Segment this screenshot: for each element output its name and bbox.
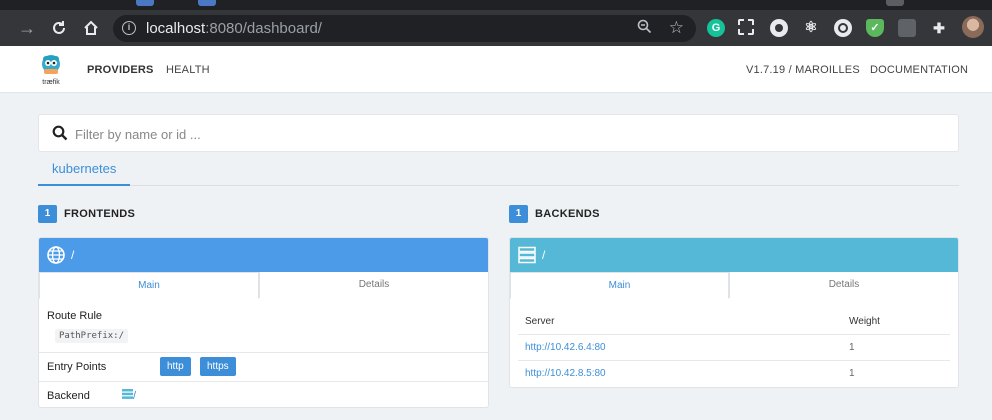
server-icon [122,389,133,399]
tab-main[interactable]: Main [510,272,729,299]
filter-input[interactable] [75,124,935,144]
browser-tab-strip [0,0,992,10]
nav-documentation[interactable]: DOCUMENTATION [870,64,968,76]
frontend-card-header[interactable]: / [39,238,488,272]
entry-point-http[interactable]: http [160,357,191,376]
backend-link-text: / [133,390,137,402]
cube-extension-icon[interactable] [898,19,916,37]
row-divider [39,352,488,353]
frontends-title: FRONTENDS [64,208,136,220]
backend-card-header[interactable]: / [510,238,958,272]
server-weight: 1 [849,342,855,353]
app-header: træfik PROVIDERS HEALTH V1.7.19 / MAROIL… [0,46,992,93]
server-column-header: Server [525,316,555,327]
nav-health[interactable]: HEALTH [166,64,210,76]
tab-kubernetes[interactable]: kubernetes [38,152,131,186]
address-bar[interactable]: i localhost:8080/dashboard/ ☆ [113,15,696,42]
row-divider [518,334,950,335]
tab-main[interactable]: Main [39,272,259,299]
backend-link[interactable]: / [122,389,136,402]
shield-extension-icon[interactable]: ✓ [866,19,884,37]
frontends-heading: 1 FRONTENDS [38,205,135,223]
search-icon [52,125,68,141]
tab-favicon [886,0,904,6]
server-url-link[interactable]: http://10.42.6.4:80 [525,342,606,353]
svg-text:træfik: træfik [42,79,60,86]
react-devtools-icon[interactable]: ⚛ [802,19,820,37]
server-url-link[interactable]: http://10.42.8.5:80 [525,368,606,379]
row-divider [39,381,488,382]
frontends-count-badge: 1 [38,205,57,223]
globe-icon [47,246,65,264]
grammarly-extension-icon[interactable]: G [707,19,725,37]
entry-point-https[interactable]: https [200,357,236,376]
entry-points-label: Entry Points [47,361,107,373]
server-weight: 1 [849,368,855,379]
forward-icon[interactable]: → [16,17,38,39]
traefik-logo[interactable]: træfik [38,53,64,87]
tab-details[interactable]: Details [729,272,958,298]
frontend-card-tabs: Main Details [39,272,488,299]
backend-title: / [542,248,546,262]
backend-card: / Main Details Server Weight http://10.4… [509,237,959,388]
tab-favicon [136,0,154,6]
nav-providers[interactable]: PROVIDERS [87,64,154,76]
version-label: V1.7.19 / MAROILLES [746,64,860,76]
tab-details[interactable]: Details [259,272,488,298]
backend-card-tabs: Main Details [510,272,958,299]
home-icon[interactable] [80,17,102,39]
backends-title: BACKENDS [535,208,600,220]
row-divider [518,360,950,361]
puzzle-extensions-icon[interactable]: ✚ [930,19,948,37]
backends-count-badge: 1 [509,205,528,223]
tab-favicon [198,0,216,6]
url-text: localhost:8080/dashboard/ [146,20,322,37]
backend-label: Backend [47,390,90,402]
record-extension-icon[interactable] [770,19,788,37]
zoom-icon[interactable] [637,19,652,38]
route-rule-label: Route Rule [47,310,103,322]
provider-tabs: kubernetes [38,152,959,186]
circle-extension-icon[interactable] [834,19,852,37]
browser-toolbar: → i localhost:8080/dashboard/ ☆ G ⚛ ✓ ✚ [0,10,992,46]
reload-icon[interactable] [48,17,70,39]
filter-search-box [38,114,959,152]
frontend-card: / Main Details Route Rule PathPrefix:/ E… [38,237,489,408]
screenshot-extension-icon[interactable] [738,19,754,35]
frontend-title: / [71,248,75,262]
bookmark-star-icon[interactable]: ☆ [669,18,684,38]
server-icon [518,246,536,264]
backends-heading: 1 BACKENDS [509,205,600,223]
info-icon[interactable]: i [122,21,136,35]
weight-column-header: Weight [849,316,880,327]
route-rule-value: PathPrefix:/ [55,329,129,343]
profile-avatar[interactable] [962,16,984,38]
